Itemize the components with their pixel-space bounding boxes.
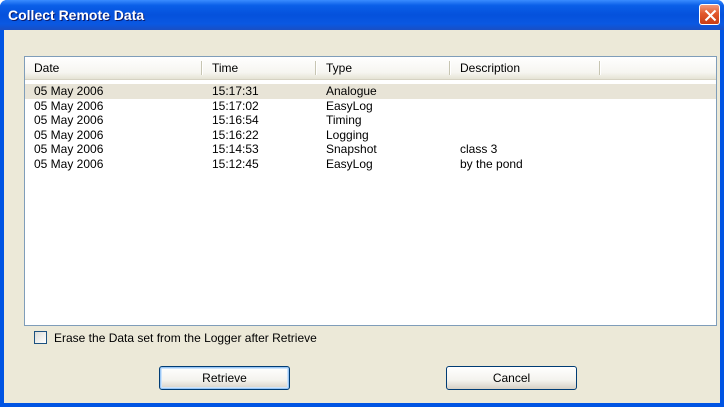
cell-type: Snapshot	[326, 142, 377, 156]
table-row[interactable]: 05 May 2006 15:14:53 Snapshot class 3	[25, 142, 716, 157]
cell-type: EasyLog	[326, 156, 373, 171]
cell-type: Timing	[326, 113, 362, 127]
cell-time: 15:14:53	[212, 142, 259, 156]
cell-date: 05 May 2006	[34, 127, 104, 142]
dialog-window: Collect Remote Data Date Time Type Descr…	[0, 0, 724, 407]
close-button[interactable]	[699, 4, 720, 25]
cell-type: Analogue	[326, 84, 377, 98]
data-set-list[interactable]: Date Time Type Description 05 May 2006 15…	[24, 56, 717, 326]
column-header-time[interactable]: Time	[203, 57, 317, 79]
table-row[interactable]: 05 May 2006 15:16:54 Timing	[25, 113, 716, 128]
list-header: Date Time Type Description	[25, 57, 716, 80]
title-bar[interactable]: Collect Remote Data	[0, 0, 724, 30]
table-row[interactable]: 05 May 2006 15:16:22 Logging	[25, 128, 716, 143]
cell-description: class 3	[460, 142, 498, 156]
column-header-type[interactable]: Type	[317, 57, 451, 79]
cell-time: 15:17:02	[212, 98, 259, 113]
dialog-body: Date Time Type Description 05 May 2006 15…	[4, 30, 720, 403]
cell-date: 05 May 2006	[34, 142, 104, 156]
cell-time: 15:12:45	[212, 156, 259, 171]
table-row[interactable]: 05 May 2006 15:17:02 EasyLog	[25, 99, 716, 114]
cell-time: 15:16:54	[212, 113, 259, 127]
window-title: Collect Remote Data	[8, 7, 145, 23]
cell-description: by the pond	[460, 156, 523, 171]
column-header-description[interactable]: Description	[451, 57, 601, 79]
cancel-button[interactable]: Cancel	[446, 366, 577, 390]
erase-checkbox[interactable]	[34, 331, 47, 344]
table-row[interactable]: 05 May 2006 15:12:45 EasyLog by the pond	[25, 157, 716, 172]
cell-time: 15:16:22	[212, 127, 259, 142]
cell-type: EasyLog	[326, 98, 373, 113]
cell-date: 05 May 2006	[34, 156, 104, 171]
column-header-date[interactable]: Date	[25, 57, 203, 79]
cell-date: 05 May 2006	[34, 113, 104, 127]
cell-date: 05 May 2006	[34, 84, 104, 98]
retrieve-button[interactable]: Retrieve	[159, 366, 290, 390]
cell-time: 15:17:31	[212, 84, 259, 98]
cell-type: Logging	[326, 127, 369, 142]
close-icon	[704, 9, 717, 22]
erase-checkbox-label[interactable]: Erase the Data set from the Logger after…	[54, 330, 317, 346]
table-row[interactable]: 05 May 2006 15:17:31 Analogue	[25, 84, 716, 99]
cell-date: 05 May 2006	[34, 98, 104, 113]
